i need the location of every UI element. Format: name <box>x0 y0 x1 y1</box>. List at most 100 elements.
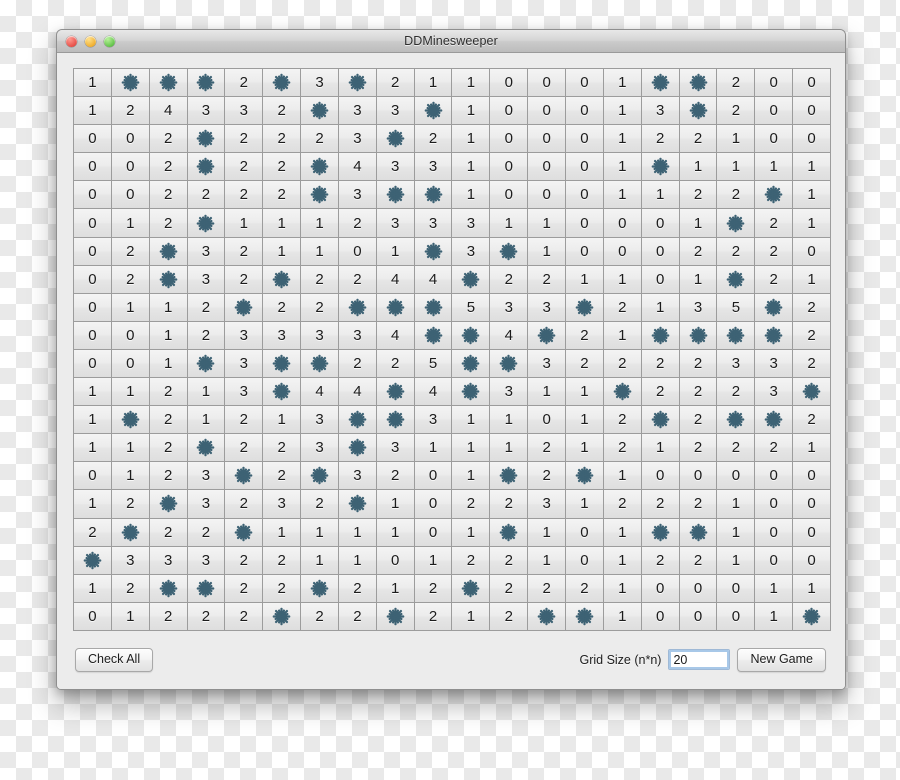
grid-cell[interactable]: 0 <box>528 69 567 98</box>
grid-cell[interactable]: 2 <box>717 97 756 126</box>
grid-cell[interactable]: 1 <box>111 602 150 631</box>
grid-cell[interactable]: 3 <box>225 97 264 126</box>
grid-cell[interactable]: 1 <box>679 153 718 182</box>
mine-icon[interactable] <box>414 97 453 126</box>
grid-cell[interactable]: 0 <box>755 518 794 547</box>
grid-cell[interactable]: 1 <box>679 265 718 294</box>
grid-cell[interactable]: 0 <box>111 181 150 210</box>
grid-cell[interactable]: 2 <box>641 546 680 575</box>
grid-cell[interactable]: 0 <box>74 349 112 379</box>
mine-icon[interactable] <box>566 293 604 322</box>
grid-cell[interactable]: 0 <box>74 181 112 210</box>
mine-icon[interactable] <box>301 349 339 379</box>
grid-cell[interactable]: 0 <box>793 546 831 575</box>
grid-cell[interactable]: 2 <box>338 209 377 238</box>
grid-cell[interactable]: 2 <box>225 153 264 182</box>
grid-cell[interactable]: 2 <box>679 434 718 463</box>
mine-icon[interactable] <box>111 69 150 98</box>
mine-icon[interactable] <box>452 574 491 603</box>
grid-cell[interactable]: 1 <box>149 293 188 322</box>
grid-cell[interactable]: 2 <box>755 265 794 294</box>
grid-cell[interactable]: 0 <box>74 237 112 266</box>
grid-cell[interactable]: 0 <box>74 321 112 350</box>
close-window-button[interactable] <box>66 35 77 47</box>
mine-icon[interactable] <box>187 349 226 379</box>
mine-icon[interactable] <box>338 490 377 519</box>
mine-icon[interactable] <box>149 237 188 266</box>
grid-cell[interactable]: 2 <box>149 209 188 238</box>
grid-cell[interactable]: 2 <box>301 125 339 154</box>
grid-cell[interactable]: 2 <box>490 265 529 294</box>
grid-cell[interactable]: 2 <box>528 574 567 603</box>
grid-cell[interactable]: 2 <box>603 293 642 322</box>
grid-cell[interactable]: 2 <box>187 602 226 631</box>
mine-icon[interactable] <box>641 69 680 98</box>
grid-cell[interactable]: 0 <box>74 209 112 238</box>
grid-cell[interactable]: 0 <box>566 153 604 182</box>
grid-cell[interactable]: 0 <box>641 574 680 603</box>
mine-icon[interactable] <box>376 293 415 322</box>
grid-cell[interactable]: 0 <box>641 237 680 266</box>
mine-icon[interactable] <box>301 153 339 182</box>
grid-cell[interactable]: 0 <box>566 125 604 154</box>
grid-cell[interactable]: 2 <box>679 349 718 379</box>
grid-cell[interactable]: 2 <box>338 349 377 379</box>
grid-cell[interactable]: 2 <box>717 434 756 463</box>
grid-cell[interactable]: 3 <box>338 321 377 350</box>
grid-cell[interactable]: 0 <box>376 546 415 575</box>
mine-icon[interactable] <box>641 518 680 547</box>
grid-cell[interactable]: 1 <box>793 265 831 294</box>
grid-cell[interactable]: 2 <box>263 153 302 182</box>
grid-cell[interactable]: 1 <box>793 574 831 603</box>
grid-cell[interactable]: 3 <box>187 462 226 491</box>
grid-cell[interactable]: 3 <box>452 237 491 266</box>
grid-cell[interactable]: 2 <box>603 349 642 379</box>
mine-icon[interactable] <box>263 378 302 407</box>
grid-cell[interactable]: 1 <box>301 237 339 266</box>
grid-cell[interactable]: 0 <box>566 97 604 126</box>
mine-icon[interactable] <box>301 462 339 491</box>
mine-icon[interactable] <box>225 518 264 547</box>
grid-cell[interactable]: 3 <box>490 293 529 322</box>
mine-icon[interactable] <box>338 406 377 435</box>
grid-cell[interactable]: 2 <box>263 574 302 603</box>
grid-cell[interactable]: 2 <box>414 125 453 154</box>
grid-cell[interactable]: 0 <box>74 153 112 182</box>
mine-icon[interactable] <box>717 265 756 294</box>
grid-cell[interactable]: 0 <box>793 125 831 154</box>
mine-icon[interactable] <box>149 490 188 519</box>
grid-cell[interactable]: 2 <box>301 602 339 631</box>
grid-cell[interactable]: 2 <box>263 462 302 491</box>
grid-cell[interactable]: 3 <box>338 97 377 126</box>
grid-cell[interactable]: 2 <box>603 490 642 519</box>
grid-cell[interactable]: 2 <box>187 293 226 322</box>
grid-cell[interactable]: 0 <box>528 125 567 154</box>
grid-cell[interactable]: 1 <box>755 602 794 631</box>
grid-cell[interactable]: 1 <box>490 406 529 435</box>
grid-cell[interactable]: 2 <box>111 490 150 519</box>
grid-cell[interactable]: 2 <box>376 349 415 379</box>
grid-cell[interactable]: 3 <box>187 265 226 294</box>
grid-cell[interactable]: 2 <box>603 434 642 463</box>
grid-cell[interactable]: 2 <box>111 265 150 294</box>
grid-cell[interactable]: 0 <box>566 518 604 547</box>
grid-cell[interactable]: 2 <box>566 574 604 603</box>
grid-cell[interactable]: 3 <box>149 546 188 575</box>
grid-cell[interactable]: 2 <box>225 237 264 266</box>
grid-cell[interactable]: 1 <box>793 209 831 238</box>
grid-cell[interactable]: 3 <box>263 490 302 519</box>
grid-cell[interactable]: 1 <box>111 378 150 407</box>
grid-cell[interactable]: 3 <box>301 406 339 435</box>
grid-cell[interactable]: 0 <box>755 462 794 491</box>
grid-cell[interactable]: 2 <box>225 546 264 575</box>
mine-icon[interactable] <box>187 69 226 98</box>
grid-cell[interactable]: 0 <box>793 69 831 98</box>
grid-cell[interactable]: 1 <box>717 546 756 575</box>
grid-cell[interactable]: 1 <box>414 69 453 98</box>
grid-cell[interactable]: 0 <box>755 69 794 98</box>
grid-cell[interactable]: 3 <box>338 125 377 154</box>
grid-cell[interactable]: 4 <box>301 378 339 407</box>
grid-cell[interactable]: 3 <box>187 546 226 575</box>
grid-cell[interactable]: 1 <box>263 518 302 547</box>
grid-cell[interactable]: 1 <box>528 378 567 407</box>
